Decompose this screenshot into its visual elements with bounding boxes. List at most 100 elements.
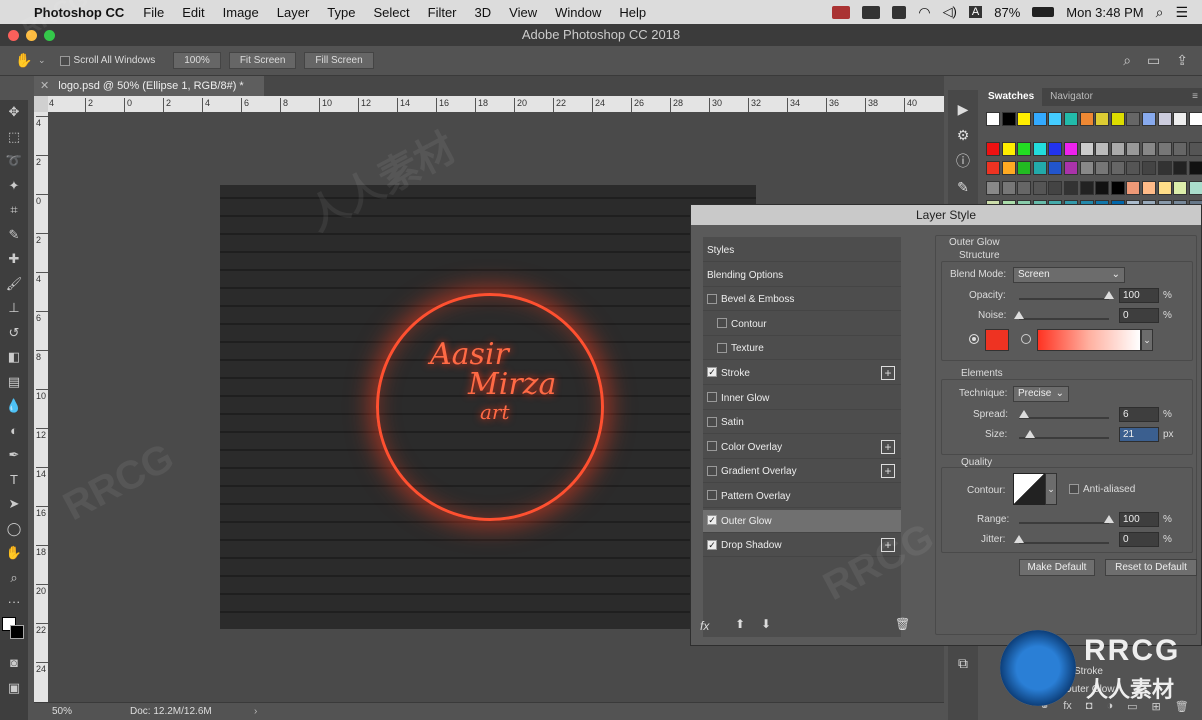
ruler-corner[interactable]	[34, 96, 48, 112]
anti-aliased-checkbox[interactable]	[1069, 484, 1079, 494]
style-item-inner-glow[interactable]: Inner Glow	[703, 387, 901, 410]
contour-picker[interactable]	[1013, 473, 1045, 505]
swatch[interactable]	[1064, 180, 1078, 195]
swatch[interactable]	[1173, 112, 1188, 126]
ellipse-tool-icon[interactable]: ◯	[0, 517, 28, 542]
make-default-button[interactable]: Make Default	[1019, 559, 1095, 576]
document-tab[interactable]: ✕ logo.psd @ 50% (Ellipse 1, RGB/8#) *	[34, 76, 264, 96]
swatch[interactable]	[1064, 141, 1078, 156]
swatch[interactable]	[1095, 180, 1110, 195]
swatch[interactable]	[1126, 161, 1141, 175]
crop-tool-icon[interactable]: ⌗	[0, 198, 28, 223]
background-color[interactable]	[10, 624, 24, 639]
jitter-slider-thumb[interactable]	[1014, 535, 1024, 543]
zoom-level[interactable]: 50%	[52, 703, 72, 720]
add-effect-plus-icon[interactable]: +	[881, 464, 895, 479]
opacity-slider-thumb[interactable]	[1104, 291, 1114, 299]
lasso-tool-icon[interactable]: ➰	[0, 149, 28, 174]
noise-slider[interactable]	[1019, 318, 1109, 320]
adjustments-icon[interactable]: ⚙	[948, 122, 978, 148]
app-menu[interactable]: Photoshop CC	[30, 5, 134, 20]
delete-effect-icon[interactable]: 🗑	[895, 617, 910, 631]
swatch[interactable]	[1110, 161, 1125, 175]
size-slider-thumb[interactable]	[1025, 430, 1035, 438]
range-input[interactable]: 100	[1119, 512, 1159, 527]
menu-window[interactable]: Window	[546, 5, 610, 20]
battery-icon[interactable]	[1032, 7, 1055, 17]
vertical-ruler[interactable]: 4 2 0 2 4 6 8 10 12 14 16 18 20 22 24	[34, 112, 48, 702]
swatch[interactable]	[1126, 180, 1141, 195]
brush-panel-icon[interactable]: ✎	[948, 174, 978, 200]
volume-icon[interactable]: ◁)	[943, 4, 957, 20]
style-checkbox[interactable]	[707, 514, 717, 525]
maximize-window-button[interactable]	[44, 30, 55, 41]
swatch[interactable]	[1048, 180, 1063, 195]
swatch[interactable]	[1188, 161, 1202, 175]
search-icon[interactable]: ⌕	[1123, 52, 1131, 69]
style-checkbox[interactable]	[707, 539, 717, 550]
swatch[interactable]	[1017, 180, 1032, 195]
opacity-slider[interactable]	[1019, 298, 1109, 300]
menu-file[interactable]: File	[134, 5, 173, 20]
gradient-tool-icon[interactable]: ▤	[0, 370, 28, 395]
pen-tool-icon[interactable]: ✒	[0, 443, 28, 468]
swatch[interactable]	[1048, 141, 1063, 156]
minimize-window-button[interactable]	[26, 30, 37, 41]
blur-tool-icon[interactable]: 💧	[0, 394, 28, 419]
swatch[interactable]	[1157, 112, 1172, 126]
menu-3d[interactable]: 3D	[466, 5, 501, 20]
swatch[interactable]	[1188, 112, 1202, 126]
style-checkbox[interactable]	[707, 293, 717, 304]
style-item-styles[interactable]: Styles	[703, 239, 901, 262]
style-checkbox[interactable]	[717, 342, 727, 353]
input-source-icon[interactable]: A	[968, 6, 983, 18]
fit-screen-button[interactable]: Fit Screen	[228, 52, 297, 69]
swatch[interactable]	[1110, 180, 1125, 195]
style-checkbox[interactable]	[707, 391, 717, 402]
style-item-drop-shadow[interactable]: Drop Shadow +	[703, 534, 901, 558]
swatch[interactable]	[1032, 141, 1047, 156]
swatch[interactable]	[1126, 112, 1141, 126]
jitter-input[interactable]: 0	[1119, 532, 1159, 547]
swatch[interactable]	[1126, 141, 1141, 156]
add-effect-plus-icon[interactable]: +	[881, 366, 895, 380]
swatch[interactable]	[1048, 112, 1063, 126]
swatch[interactable]	[1188, 141, 1202, 156]
style-item-texture[interactable]: Texture	[703, 337, 901, 361]
tool-preset-chevron-icon[interactable]: ⌄	[38, 55, 46, 66]
style-item-gradient-overlay[interactable]: Gradient Overlay +	[703, 460, 901, 484]
close-tab-icon[interactable]: ✕	[40, 80, 49, 92]
clock[interactable]: Mon 3:48 PM	[1066, 5, 1143, 20]
user-icon[interactable]	[892, 5, 907, 19]
opacity-input[interactable]: 100	[1119, 288, 1159, 303]
close-window-button[interactable]	[8, 30, 19, 41]
swatch[interactable]	[1142, 112, 1156, 126]
menu-type[interactable]: Type	[318, 5, 364, 20]
style-item-outer-glow[interactable]: Outer Glow	[703, 509, 901, 533]
swatch[interactable]	[1173, 161, 1188, 175]
type-tool-icon[interactable]: T	[0, 468, 28, 493]
swatch[interactable]	[1110, 141, 1125, 156]
style-checkbox[interactable]	[707, 416, 717, 427]
swatch[interactable]	[1079, 141, 1094, 156]
swatch[interactable]	[1157, 161, 1172, 175]
swatch[interactable]	[1142, 141, 1156, 156]
menu-select[interactable]: Select	[364, 5, 418, 20]
magic-wand-tool-icon[interactable]: ✦	[0, 174, 28, 199]
style-item-color-overlay[interactable]: Color Overlay +	[703, 436, 901, 459]
menu-filter[interactable]: Filter	[419, 5, 466, 20]
swatch[interactable]	[1001, 141, 1016, 156]
brush-tool-icon[interactable]: 🖌	[0, 272, 28, 297]
swatch[interactable]	[1095, 141, 1110, 156]
screen-mode-icon[interactable]: ▣	[0, 676, 28, 701]
zoom-tool-icon[interactable]: ⌕	[0, 566, 28, 591]
style-item-bevel-emboss[interactable]: Bevel & Emboss	[703, 288, 901, 312]
style-item-blending-options[interactable]: Blending Options	[703, 264, 901, 287]
marquee-tool-icon[interactable]: ⬚	[0, 125, 28, 150]
gradient-dropdown-chevron-icon[interactable]: ⌄	[1141, 329, 1153, 351]
video-record-icon[interactable]	[832, 5, 851, 19]
wifi-icon[interactable]: ◠	[918, 4, 930, 21]
glow-color-swatch[interactable]	[985, 329, 1009, 351]
swatch[interactable]	[986, 112, 1000, 126]
info-icon[interactable]: ⓘ	[948, 148, 978, 174]
